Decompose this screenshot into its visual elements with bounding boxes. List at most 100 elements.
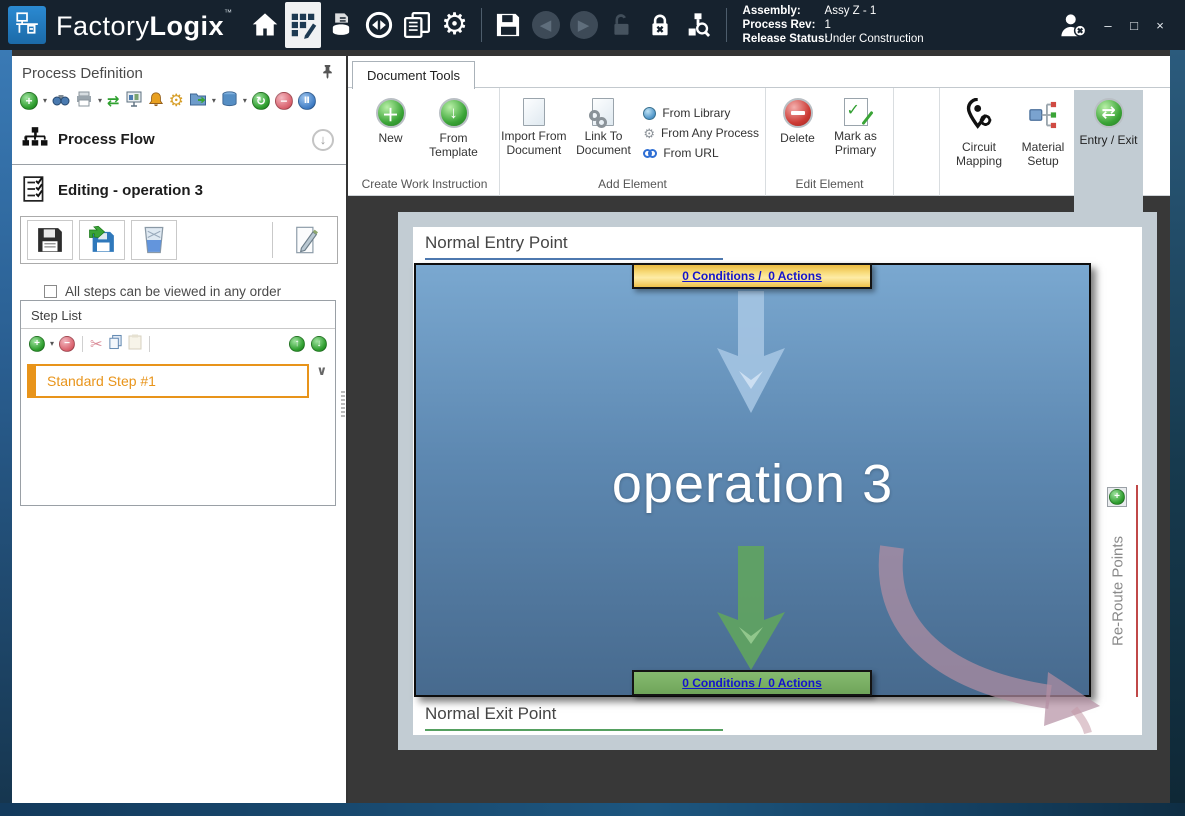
- delete-label: Delete: [780, 132, 815, 146]
- maximize-button[interactable]: □: [1123, 15, 1145, 35]
- process-gear-icon[interactable]: ⚙: [169, 92, 184, 109]
- back-icon[interactable]: ◀: [528, 3, 564, 47]
- tab-document-tools[interactable]: Document Tools: [352, 61, 475, 89]
- logout-user-icon[interactable]: [1051, 3, 1093, 47]
- documents-icon[interactable]: [399, 3, 435, 47]
- copy-icon[interactable]: [108, 334, 123, 353]
- delete-button[interactable]: Delete: [773, 96, 823, 146]
- from-library-item[interactable]: From Library: [643, 106, 759, 120]
- add-dropdown-icon[interactable]: ▾: [43, 96, 47, 105]
- group-create-label: Create Work Instruction: [350, 177, 499, 196]
- settings-gear-icon[interactable]: ⚙: [437, 3, 473, 47]
- entry-conditions-link[interactable]: 0 Conditions / 0 Actions: [682, 269, 822, 283]
- export-dropdown-icon[interactable]: ▾: [212, 96, 216, 105]
- editing-header: Editing - operation 3: [12, 165, 346, 214]
- import-from-document-label: Import From Document: [500, 130, 568, 158]
- paste-icon[interactable]: [128, 334, 142, 353]
- forward-icon[interactable]: ▶: [566, 3, 602, 47]
- step-list-title: Step List: [21, 301, 335, 329]
- collapse-down-icon[interactable]: ↓: [312, 129, 334, 151]
- entry-exit-label: Entry / Exit: [1079, 133, 1137, 147]
- from-template-button[interactable]: ↓ From Template: [421, 96, 487, 160]
- lock-close-icon[interactable]: [642, 3, 678, 47]
- view-order-label: All steps can be viewed in any order: [65, 284, 281, 299]
- step-expand-chevron-icon[interactable]: ∨: [316, 363, 327, 379]
- minimize-button[interactable]: –: [1097, 15, 1119, 35]
- from-any-process-item[interactable]: ⚙ From Any Process: [643, 126, 759, 140]
- operation-box[interactable]: operation 3: [414, 263, 1091, 697]
- mark-as-primary-label: Mark as Primary: [825, 130, 887, 158]
- view-order-checkbox[interactable]: [44, 285, 57, 298]
- add-step-dropdown-icon[interactable]: ▾: [50, 339, 54, 348]
- move-down-icon[interactable]: ↓: [311, 336, 327, 352]
- exit-conditions-link[interactable]: 0 Conditions / 0 Actions: [682, 676, 822, 690]
- unlock-icon[interactable]: [604, 3, 640, 47]
- window-frame-left: [0, 50, 12, 803]
- step-list-item[interactable]: Standard Step #1: [27, 364, 309, 398]
- exit-conditions-bar[interactable]: 0 Conditions / 0 Actions: [632, 670, 872, 696]
- presentation-icon[interactable]: [125, 90, 143, 111]
- group-edit-label: Edit Element: [766, 177, 893, 196]
- new-button[interactable]: ＋ New: [363, 96, 419, 146]
- process-flow-label: Process Flow: [58, 131, 155, 148]
- remove-step-icon[interactable]: −: [59, 336, 75, 352]
- save-step-button[interactable]: [27, 220, 73, 260]
- transfer-icon[interactable]: [361, 3, 397, 47]
- circuit-mapping-button[interactable]: Circuit Mapping: [948, 90, 1010, 169]
- edit-step-button[interactable]: [283, 220, 329, 260]
- process-audit-icon[interactable]: [680, 3, 716, 47]
- refresh-icon[interactable]: ↻: [252, 92, 270, 110]
- export-folder-icon[interactable]: [189, 90, 207, 111]
- import-from-document-button[interactable]: Import From Document: [500, 96, 568, 158]
- brand-light: Factory: [56, 11, 150, 41]
- from-url-label: From URL: [663, 146, 718, 160]
- new-plus-icon: ＋: [376, 98, 406, 128]
- panel-splitter[interactable]: [341, 391, 345, 417]
- cut-icon[interactable]: ✂: [90, 335, 103, 353]
- material-setup-tree-icon: [1027, 98, 1059, 137]
- pause-icon[interactable]: Ⅱ: [298, 92, 316, 110]
- save-as-button[interactable]: [79, 220, 125, 260]
- assembly-label: Assembly:: [743, 4, 825, 18]
- entry-exit-canvas: Normal Entry Point operation 3: [398, 212, 1157, 750]
- from-url-item[interactable]: From URL: [643, 146, 759, 160]
- pin-icon[interactable]: [321, 64, 334, 82]
- add-icon[interactable]: +: [20, 92, 38, 110]
- step-toolbar-separator: [82, 336, 83, 352]
- document-icon: [523, 98, 545, 126]
- entry-exit-tab[interactable]: ⇄ Entry / Exit: [1074, 90, 1143, 214]
- step-list-toolbar: + ▾ − ✂ ↑ ↓: [21, 329, 335, 358]
- link-to-document-button[interactable]: Link To Document: [570, 96, 638, 158]
- remove-icon[interactable]: −: [275, 92, 293, 110]
- flowchart-icon: [22, 125, 48, 154]
- data-import-icon[interactable]: [323, 3, 359, 47]
- find-binoculars-icon[interactable]: [52, 90, 70, 111]
- move-up-icon[interactable]: ↑: [289, 336, 305, 352]
- process-flow-header[interactable]: Process Flow ↓: [12, 117, 346, 165]
- print-dropdown-icon[interactable]: ▾: [98, 96, 102, 105]
- recycle-bin-icon[interactable]: [221, 90, 238, 111]
- material-setup-button[interactable]: Material Setup: [1012, 90, 1074, 169]
- print-icon[interactable]: [75, 90, 93, 111]
- mark-as-primary-button[interactable]: ✓ Mark as Primary: [825, 96, 887, 158]
- alert-bell-icon[interactable]: [148, 91, 164, 111]
- process-definition-panel: Process Definition +▾ ▾ ⇄ ⚙ ▾ ▾ ↻ − Ⅱ Pr…: [12, 56, 346, 803]
- close-button[interactable]: ×: [1149, 15, 1171, 35]
- bin-dropdown-icon[interactable]: ▾: [243, 96, 247, 105]
- library-globe-icon: [643, 107, 656, 120]
- route-shuffle-icon[interactable]: ⇄: [107, 92, 120, 110]
- process-editor-icon[interactable]: [285, 2, 321, 48]
- entry-conditions-bar[interactable]: 0 Conditions / 0 Actions: [632, 263, 872, 289]
- ribbon-tab-row: Document Tools: [348, 56, 1170, 88]
- view-order-row: All steps can be viewed in any order: [12, 266, 346, 299]
- normal-exit-point-label: Normal Exit Point: [425, 704, 556, 724]
- discard-trash-button[interactable]: [131, 220, 177, 260]
- delete-minus-icon: [783, 98, 813, 128]
- process-rev-label: Process Rev:: [743, 18, 825, 32]
- circuit-mapping-pin-icon: [963, 98, 995, 137]
- save-icon[interactable]: [490, 3, 526, 47]
- window-frame-right: [1170, 50, 1185, 803]
- home-icon[interactable]: [247, 3, 283, 47]
- link-to-document-label: Link To Document: [570, 130, 638, 158]
- add-step-icon[interactable]: +: [29, 336, 45, 352]
